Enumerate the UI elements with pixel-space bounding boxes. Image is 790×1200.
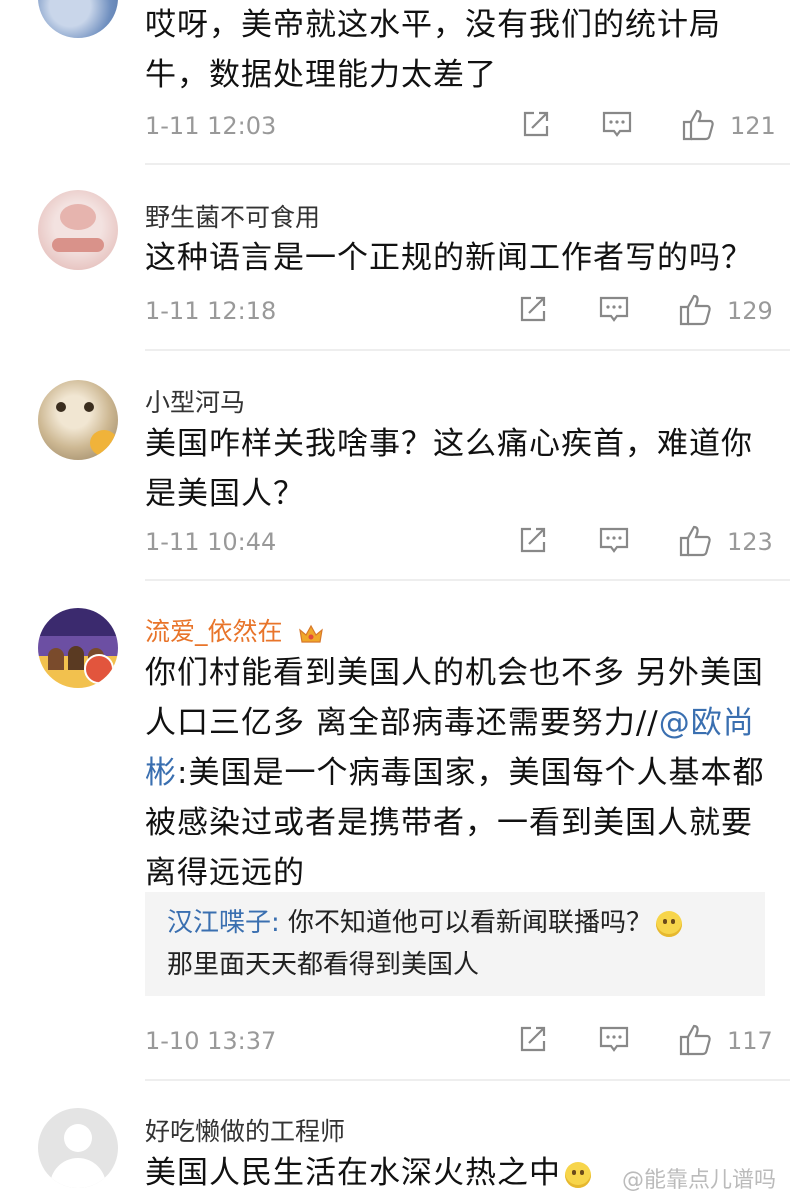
like-count: 123 — [727, 528, 773, 556]
smile-emoji-icon — [565, 1161, 591, 1188]
thumbs-up-icon[interactable] — [677, 524, 713, 558]
comment-time: 1-11 10:44 — [145, 528, 277, 556]
comment-icon[interactable] — [597, 524, 631, 556]
comment-time: 1-11 12:03 — [145, 112, 277, 140]
comment-text: 你们村能看到美国人的机会也不多 另外美国人口三亿多 离全部病毒还需要努力//@欧… — [145, 648, 765, 898]
comment-icon[interactable] — [597, 1023, 631, 1055]
watermark: @能靠点儿谱吗 — [621, 1168, 776, 1193]
comment-item: 哎呀，美帝就这水平，没有我们的统计局牛，数据处理能力太差了 1-11 12:03… — [0, 0, 790, 165]
user-name[interactable]: 小型河马 — [145, 383, 245, 419]
comment-time: 1-11 12:18 — [145, 297, 277, 325]
comment-time: 1-10 13:37 — [145, 1027, 277, 1055]
reply-preview[interactable]: 汉江喋子: 你不知道他可以看新闻联播吗？ 那里面天天都看得到美国人 — [145, 892, 765, 996]
avatar[interactable] — [38, 190, 118, 270]
avatar[interactable] — [38, 1108, 118, 1188]
comment-text-part: 美国人民生活在水深火热之中 — [145, 1155, 561, 1191]
reply-user-name[interactable]: 汉江喋子: — [167, 908, 280, 938]
thumbs-up-icon[interactable] — [680, 108, 716, 142]
user-name[interactable]: 流爱_依然在 — [145, 612, 324, 648]
comment-meta: 1-11 12:18 129 — [145, 293, 773, 333]
comment-item: 流爱_依然在 你们村能看到美国人的机会也不多 另外美国人口三亿多 离全部病毒还需… — [0, 580, 790, 1081]
share-icon[interactable] — [517, 293, 549, 325]
reply-line: 汉江喋子: 你不知道他可以看新闻联播吗？ — [167, 902, 743, 944]
comment-text: 这种语言是一个正规的新闻工作者写的吗？ — [145, 240, 753, 276]
comment-meta: 1-11 12:03 121 — [145, 108, 776, 148]
thumbs-up-icon[interactable] — [677, 293, 713, 327]
user-name[interactable]: 野生菌不可食用 — [145, 198, 320, 234]
comment-item: 小型河马 美国咋样关我啥事？这么痛心疾首，难道你是美国人？ 1-11 10:44… — [0, 350, 790, 581]
comment-item: 野生菌不可食用 这种语言是一个正规的新闻工作者写的吗？ 1-11 12:18 1… — [0, 165, 790, 351]
comment-icon[interactable] — [600, 108, 634, 140]
reply-text-line-2: 那里面天天都看得到美国人 — [167, 950, 480, 980]
user-name[interactable]: 好吃懒做的工程师 — [145, 1112, 345, 1148]
share-icon[interactable] — [520, 108, 552, 140]
crown-icon — [298, 622, 324, 644]
like-count: 117 — [727, 1027, 773, 1055]
comment-meta: 1-10 13:37 117 — [145, 1023, 773, 1063]
comment-icon[interactable] — [597, 293, 631, 325]
share-icon[interactable] — [517, 1023, 549, 1055]
comment-text-part: :美国是一个病毒国家，美国每个人基本都被感染过或者是携带者，一看到美国人就要离得… — [145, 755, 765, 891]
like-count: 129 — [727, 297, 773, 325]
avatar[interactable] — [38, 0, 118, 38]
comment-meta: 1-11 10:44 123 — [145, 524, 773, 564]
share-icon[interactable] — [517, 524, 549, 556]
comment-text: 美国咋样关我啥事？这么痛心疾首，难道你是美国人？ — [145, 426, 753, 512]
like-count: 121 — [730, 112, 776, 140]
smile-emoji-icon — [656, 910, 683, 937]
user-name-text: 流爱_依然在 — [145, 617, 283, 646]
avatar[interactable] — [38, 608, 118, 688]
avatar[interactable] — [38, 380, 118, 460]
comment-text: 哎呀，美帝就这水平，没有我们的统计局牛，数据处理能力太差了 — [145, 7, 721, 93]
reply-text: 你不知道他可以看新闻联播吗？ — [288, 908, 653, 938]
thumbs-up-icon[interactable] — [677, 1023, 713, 1057]
